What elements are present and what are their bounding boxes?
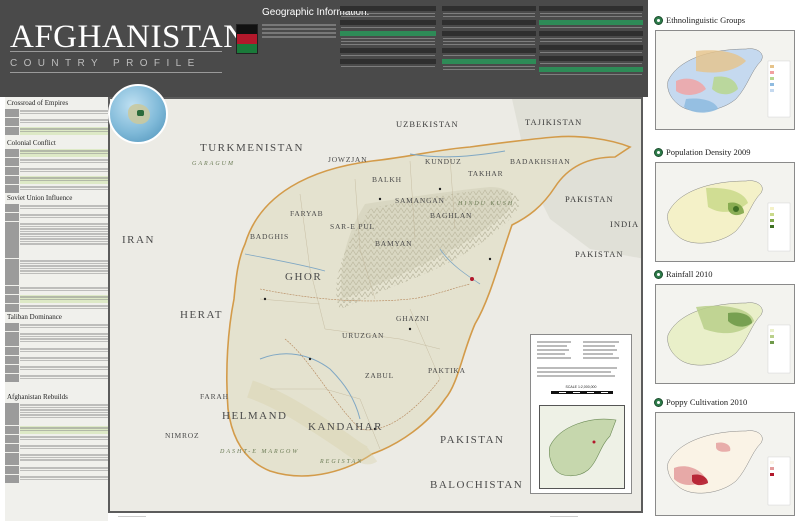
physical-label-dasht-e-margow: DASHT-E MARGOW	[220, 449, 300, 455]
physical-label-garagum: GARAGUM	[192, 161, 235, 167]
thematic-map-title: Ethnolinguistic Groups	[666, 15, 746, 25]
province-label-balkh: BALKH	[372, 175, 402, 184]
globe-icon	[654, 16, 663, 25]
province-label-badghis: BADGHIS	[250, 232, 289, 241]
province-label-paktika: PAKTIKA	[428, 366, 466, 375]
thematic-map-rainfall[interactable]: Rainfall 2010	[648, 266, 800, 384]
timeline-entries-colonial	[5, 149, 108, 194]
country-label-turkmenistan: TURKMENISTAN	[200, 142, 304, 154]
thematic-map-title: Poppy Cultivation 2010	[666, 397, 748, 407]
globe-icon	[654, 148, 663, 157]
province-label-badakhshan: BADAKHSHAN	[510, 157, 571, 166]
province-label-ghazni: GHAZNI	[396, 314, 430, 323]
ethnolinguistic-map	[655, 30, 795, 130]
country-label-india: INDIA	[610, 219, 640, 229]
country-label-pakistan-south: PAKISTAN	[440, 434, 505, 446]
capital-marker-kabul	[470, 277, 474, 281]
thematic-map-ethnolinguistic[interactable]: Ethnolinguistic Groups	[648, 12, 800, 130]
physical-label-registan: REGISTAN	[320, 459, 364, 465]
country-label-tajikistan: TAJIKISTAN	[525, 117, 583, 127]
province-label-farah: FARAH	[200, 392, 229, 401]
timeline-section-rebuilds: Afghanistan Rebuilds	[5, 393, 108, 402]
map-credit-note: ————————	[550, 514, 578, 518]
province-label-bamyan: BAMYAN	[375, 239, 413, 248]
province-label-zabul: ZABUL	[365, 371, 394, 380]
subtitle-rule	[10, 72, 222, 73]
province-label-sar-e-pul: SAR-E PUL	[330, 222, 375, 231]
map-legend: SCALE 1:2,000,000	[530, 334, 632, 494]
geo-info-column-1	[340, 6, 436, 70]
province-label-nimroz: NIMROZ	[165, 431, 200, 440]
inset-map	[539, 405, 625, 489]
header-banner: AFGHANISTAN COUNTRY PROFILE Geographic I…	[0, 0, 648, 97]
province-label-kandahar: KANDAHAR	[308, 421, 383, 433]
globe-icon	[654, 398, 663, 407]
province-label-faryab: FARYAB	[290, 209, 324, 218]
geo-info-column-3	[539, 6, 643, 78]
timeline-section-taliban: Taliban Dominance	[5, 313, 108, 322]
scale-bar	[551, 391, 613, 394]
timeline-section-title: Crossroad of Empires	[7, 99, 69, 107]
map-footer-note: ————————	[118, 514, 146, 518]
thematic-map-poppy-cultivation[interactable]: Poppy Cultivation 2010	[648, 394, 800, 516]
timeline-section-soviet: Soviet Union Influence	[5, 194, 108, 203]
timeline-section-title: Taliban Dominance	[7, 313, 62, 321]
geo-info-column-2	[442, 6, 536, 73]
map-scale-label: SCALE 1:2,000,000	[565, 385, 597, 389]
globe-afghanistan-marker	[137, 110, 144, 116]
province-label-jowzjan: JOWZJAN	[328, 155, 368, 164]
globe-icon	[654, 270, 663, 279]
population-density-map	[655, 162, 795, 262]
title-rule	[10, 51, 222, 52]
timeline-section-crossroad: Crossroad of Empires	[5, 99, 108, 108]
province-label-uruzgan: URUZGAN	[342, 331, 385, 340]
timeline-section-title: Afghanistan Rebuilds	[7, 393, 68, 401]
locator-globe	[108, 84, 168, 144]
province-label-kunduz: KUNDUZ	[425, 157, 462, 166]
afghanistan-flag-icon	[236, 24, 258, 54]
timeline-entries-soviet	[5, 204, 108, 313]
poppy-cultivation-map	[655, 412, 795, 516]
physical-label-hindu-kush: HINDU KUSH	[458, 201, 515, 207]
country-label-iran: IRAN	[122, 234, 155, 246]
country-label-pakistan-east: PAKISTAN	[575, 249, 624, 259]
province-label-balochistan: BALOCHISTAN	[430, 479, 524, 491]
timeline-entries-rebuilds	[5, 403, 108, 484]
province-label-baghlan: BAGHLAN	[430, 211, 473, 220]
timeline-entries-taliban	[5, 323, 108, 383]
thematic-map-title: Population Density 2009	[666, 147, 751, 157]
province-label-takhar: TAKHAR	[468, 169, 504, 178]
timeline-section-title: Colonial Conflict	[7, 139, 56, 147]
thematic-map-title: Rainfall 2010	[666, 269, 713, 279]
province-label-samangan: SAMANGAN	[395, 196, 445, 205]
country-label-uzbekistan: UZBEKISTAN	[396, 119, 459, 129]
timeline-entries-crossroad	[5, 109, 108, 136]
country-label-pakistan-north: PAKISTAN	[565, 194, 614, 204]
timeline-section-colonial: Colonial Conflict	[5, 139, 108, 148]
geographic-summary-block	[262, 24, 336, 40]
province-label-helmand: HELMAND	[222, 410, 288, 422]
rainfall-map	[655, 284, 795, 384]
timeline-section-title: Soviet Union Influence	[7, 194, 73, 202]
province-label-herat: HERAT	[180, 309, 223, 321]
province-label-ghor: GHOR	[285, 271, 323, 283]
thematic-map-population-density[interactable]: Population Density 2009	[648, 144, 800, 262]
page-subtitle: COUNTRY PROFILE	[10, 58, 201, 69]
